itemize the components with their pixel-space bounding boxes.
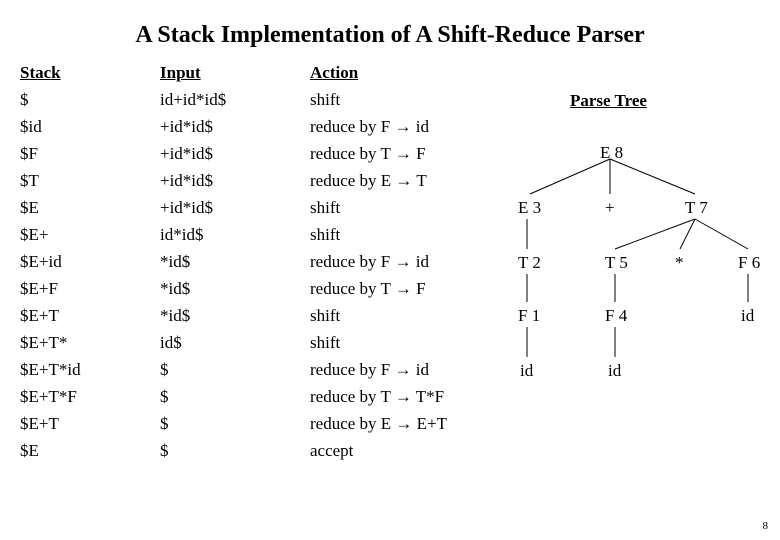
cell: $E+T — [20, 410, 160, 437]
cell: shift — [310, 329, 500, 356]
cell: $T — [20, 167, 160, 194]
cell: $ — [160, 383, 310, 410]
cell: $E+T* — [20, 329, 160, 356]
tree-node-id-a: id — [520, 357, 533, 384]
tree-node-T2: T 2 — [518, 249, 541, 276]
cell: $E+ — [20, 221, 160, 248]
cell: $id — [20, 113, 160, 140]
cell: reduce by F → id — [310, 356, 500, 383]
cell: id*id$ — [160, 221, 310, 248]
cell: *id$ — [160, 275, 310, 302]
cell: $ — [20, 86, 160, 113]
cell: shift — [310, 302, 500, 329]
tree-node-id-b: id — [608, 357, 621, 384]
cell: id+id*id$ — [160, 86, 310, 113]
cell: $E — [20, 437, 160, 464]
cell: $E+T*id — [20, 356, 160, 383]
cell: +id*id$ — [160, 194, 310, 221]
cell: reduce by T → F — [310, 275, 500, 302]
tree-node-F1: F 1 — [518, 302, 540, 329]
tree-node-F4: F 4 — [605, 302, 627, 329]
cell: +id*id$ — [160, 140, 310, 167]
cell: *id$ — [160, 248, 310, 275]
cell: $E+id — [20, 248, 160, 275]
cell: id$ — [160, 329, 310, 356]
tree-node-id-r: id — [741, 302, 754, 329]
tree-node-T5: T 5 — [605, 249, 628, 276]
cell: shift — [310, 221, 500, 248]
cell: $E — [20, 194, 160, 221]
cell: shift — [310, 86, 500, 113]
stack-column: Stack $ $id $F $T $E $E+ $E+id $E+F $E+T… — [20, 59, 160, 464]
cell: $E+F — [20, 275, 160, 302]
action-header: Action — [310, 59, 500, 86]
cell: reduce by E → T — [310, 167, 500, 194]
main-content: Stack $ $id $F $T $E $E+ $E+id $E+F $E+T… — [0, 59, 780, 464]
cell: $ — [160, 410, 310, 437]
cell: $F — [20, 140, 160, 167]
cell: $ — [160, 437, 310, 464]
input-column: Input id+id*id$ +id*id$ +id*id$ +id*id$ … — [160, 59, 310, 464]
cell: reduce by F → id — [310, 113, 500, 140]
tree-node-F6: F 6 — [738, 249, 760, 276]
page-number: 8 — [763, 520, 769, 532]
tree-node-plus: + — [605, 194, 615, 221]
cell: $E+T*F — [20, 383, 160, 410]
cell: +id*id$ — [160, 167, 310, 194]
stack-header: Stack — [20, 59, 160, 86]
page-title: A Stack Implementation of A Shift-Reduce… — [0, 0, 780, 59]
tree-node-E8: E 8 — [600, 139, 623, 166]
cell: accept — [310, 437, 500, 464]
cell: reduce by F → id — [310, 248, 500, 275]
cell: reduce by T → T*F — [310, 383, 500, 410]
tree-node-E3: E 3 — [518, 194, 541, 221]
tree-node-T7: T 7 — [685, 194, 708, 221]
cell: $ — [160, 356, 310, 383]
cell: reduce by E → E+T — [310, 410, 500, 437]
action-column: Action shift reduce by F → id reduce by … — [310, 59, 500, 464]
tree-node-star: * — [675, 249, 684, 276]
parse-tree-area: Parse Tree E 8 E 3 + T 7 — [500, 59, 780, 464]
cell: +id*id$ — [160, 113, 310, 140]
cell: shift — [310, 194, 500, 221]
input-header: Input — [160, 59, 310, 86]
cell: *id$ — [160, 302, 310, 329]
cell: reduce by T → F — [310, 140, 500, 167]
cell: $E+T — [20, 302, 160, 329]
